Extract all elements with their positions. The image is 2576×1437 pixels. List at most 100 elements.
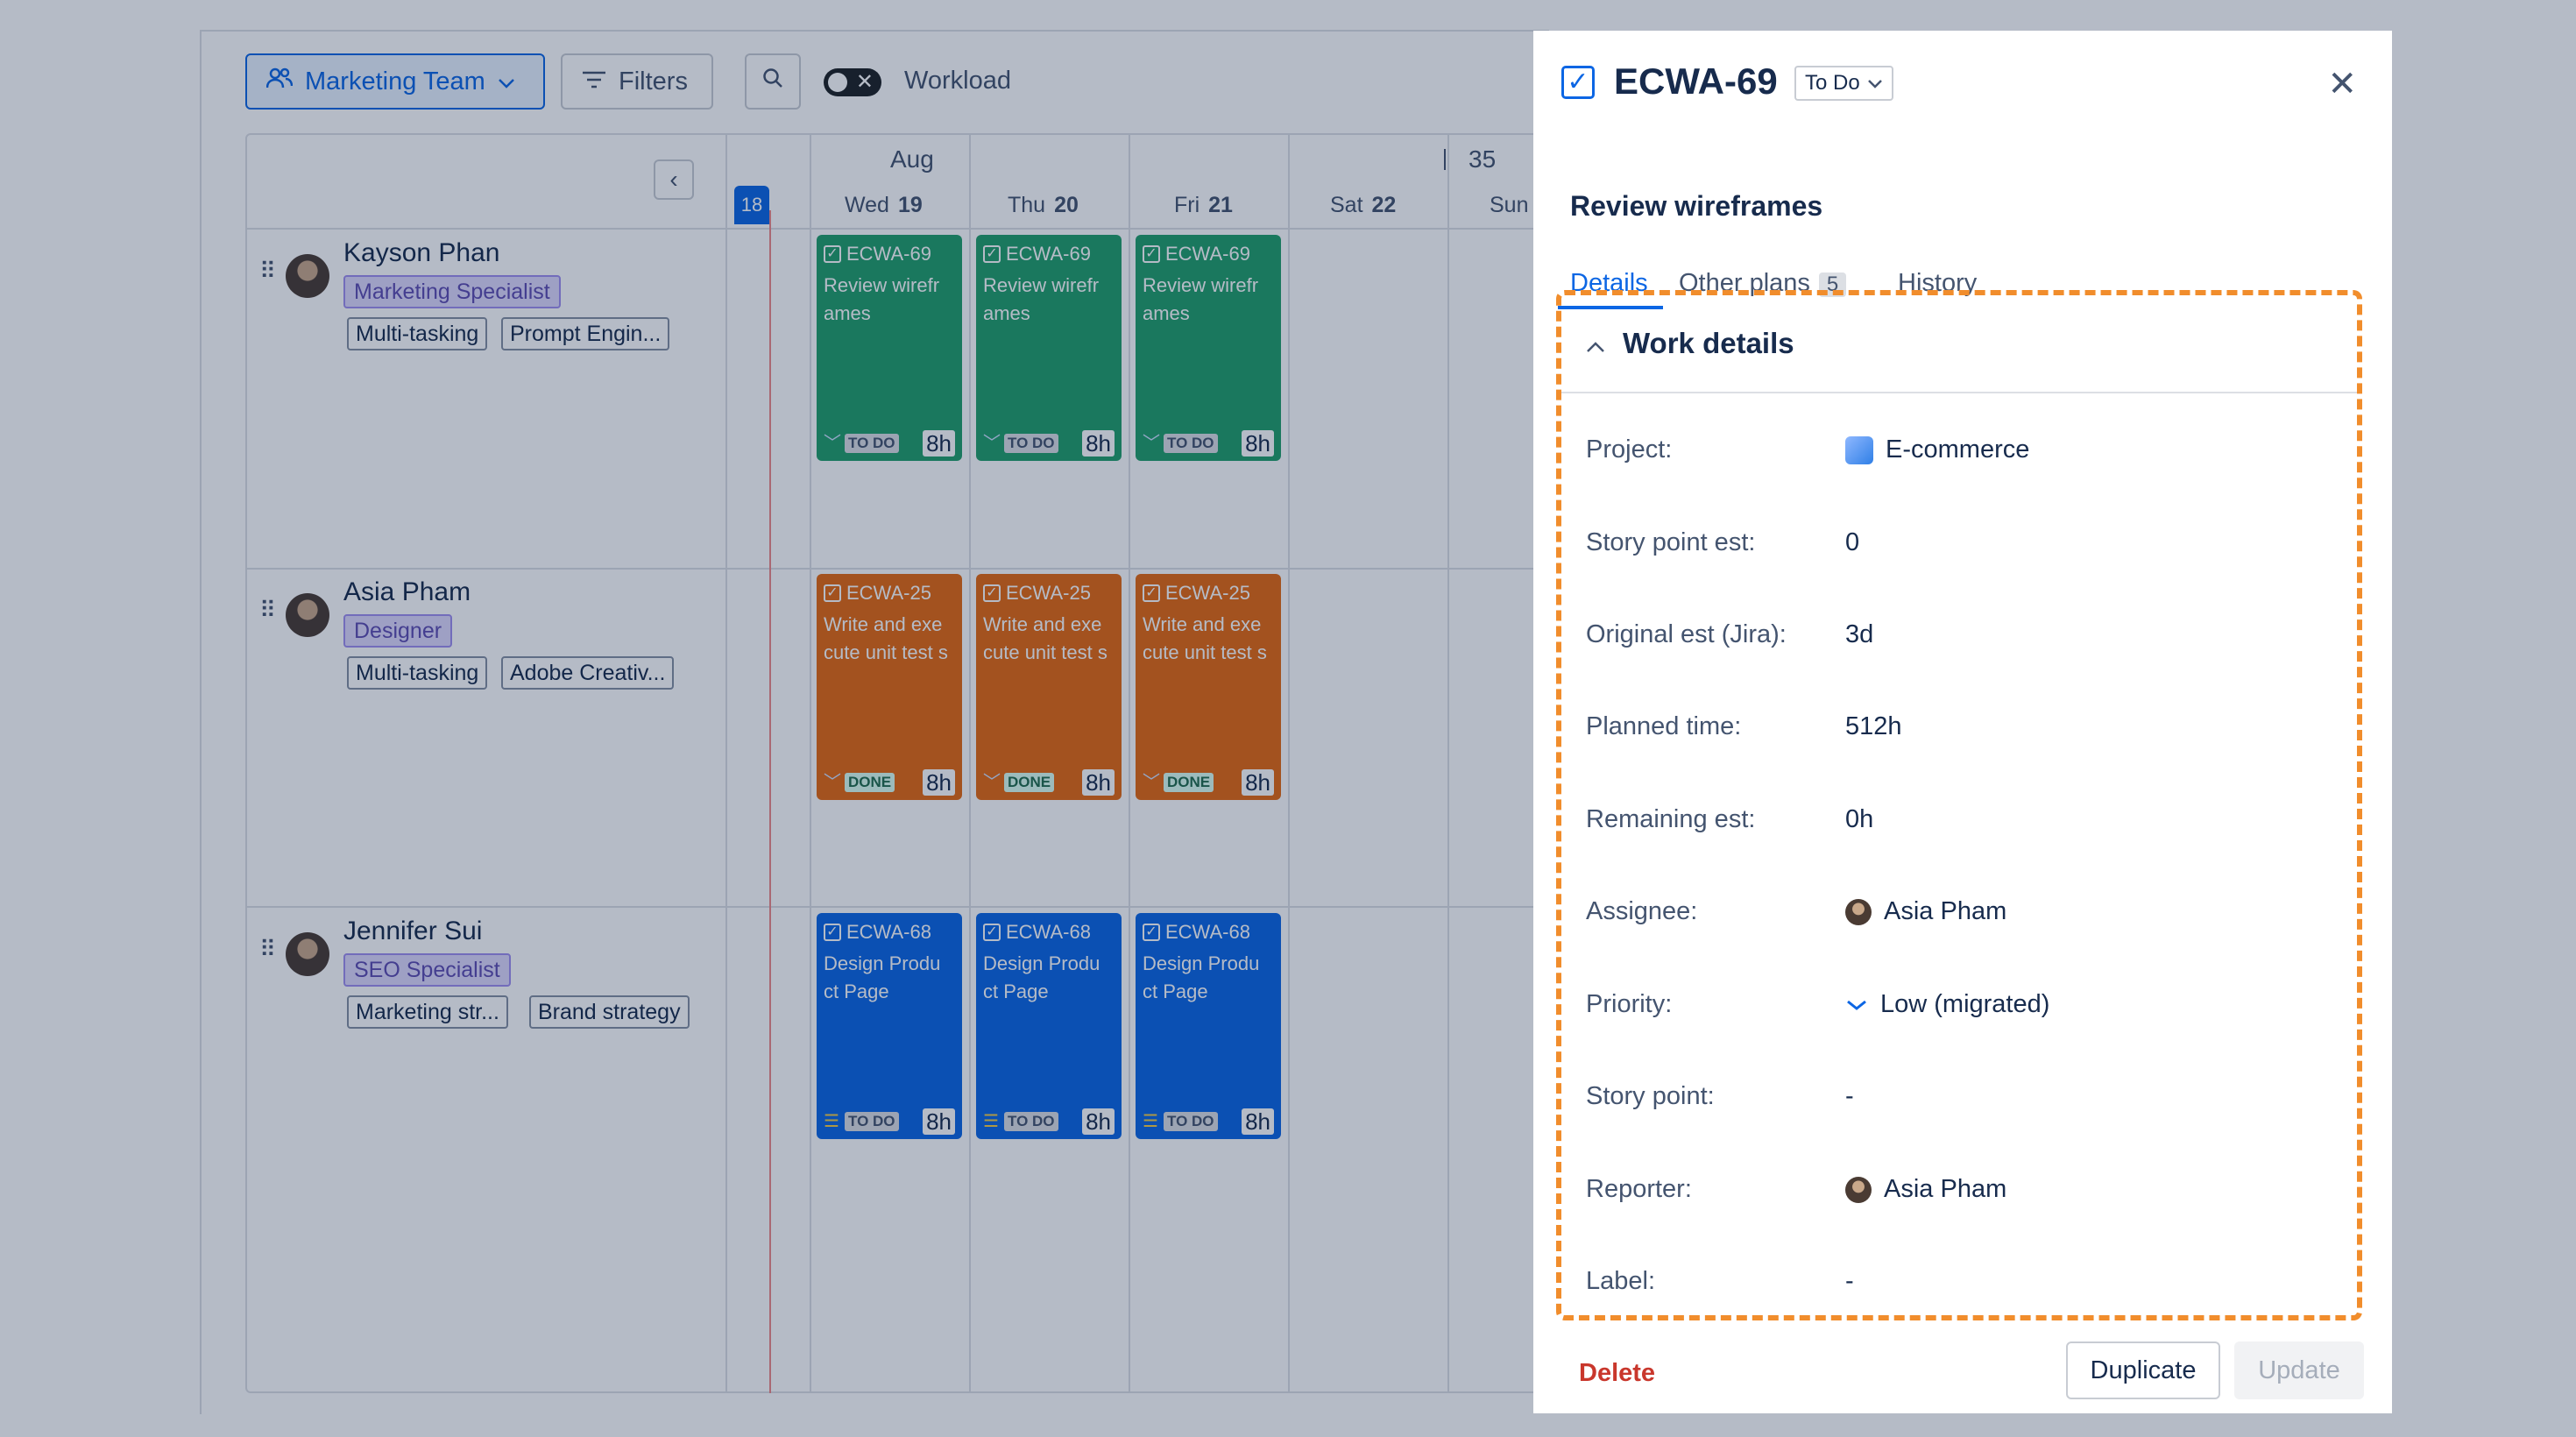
- status-badge: DONE: [1164, 773, 1214, 792]
- priority-medium-icon: ☰: [1143, 1112, 1158, 1131]
- role-tag: Designer: [343, 614, 453, 648]
- skill-tag: Adobe Creativ...: [501, 656, 675, 690]
- task-title: Review wirefr ames: [1143, 274, 1259, 324]
- grid-divider: [810, 133, 811, 1393]
- avatar: [286, 254, 329, 298]
- task-card[interactable]: ✓ ECWA-25 Write and exe cute unit test s …: [1136, 574, 1281, 800]
- search-button[interactable]: [745, 53, 801, 110]
- month-label: Aug: [890, 145, 934, 173]
- task-key: ECWA-69: [846, 243, 931, 265]
- task-checkbox-icon: ✓: [1561, 66, 1595, 99]
- workload-toggle[interactable]: ✕: [824, 68, 881, 96]
- team-selector-button[interactable]: Marketing Team: [245, 53, 545, 110]
- status-badge: TO DO: [1164, 1112, 1218, 1131]
- task-key: ECWA-25: [1006, 582, 1091, 604]
- hours-badge: 8h: [1082, 769, 1115, 796]
- grid-divider: [1288, 133, 1290, 1393]
- field-value-text: Asia Pham: [1884, 1175, 2007, 1203]
- today-badge: 18: [734, 186, 769, 224]
- delete-button[interactable]: Delete: [1579, 1359, 1655, 1388]
- day-header: Thu 20: [1008, 193, 1079, 217]
- field-label: Remaining est:: [1586, 805, 1756, 833]
- update-button[interactable]: Update: [2234, 1341, 2364, 1399]
- field-label: Planned time:: [1586, 712, 1742, 740]
- task-card[interactable]: ✓ ECWA-68 Design Produ ct Page ☰ TO DO 8h: [817, 913, 962, 1139]
- hours-badge: 8h: [923, 769, 955, 796]
- field-value[interactable]: -: [1845, 1267, 1854, 1296]
- people-icon: [265, 67, 294, 96]
- grid-divider: [1129, 133, 1130, 1393]
- chevron-down-icon: [498, 67, 515, 96]
- grid-divider: [245, 906, 1549, 908]
- skill-tag: Multi-tasking: [347, 656, 488, 690]
- task-card[interactable]: ✓ ECWA-68 Design Produ ct Page ☰ TO DO 8h: [1136, 913, 1281, 1139]
- skill-tag: Multi-tasking: [347, 317, 488, 350]
- filter-icon: [582, 67, 606, 96]
- week-number: 35: [1468, 145, 1497, 173]
- collapse-button[interactable]: ‹: [654, 159, 694, 200]
- field-value[interactable]: Asia Pham: [1845, 897, 2006, 926]
- toggle-knob: [828, 73, 847, 92]
- drag-handle-icon[interactable]: ⠿: [259, 258, 276, 285]
- issue-title: Review wireframes: [1570, 190, 1823, 222]
- workload-label: Workload: [904, 67, 1011, 95]
- issue-detail-panel: ✓ ECWA-69 To Do ✕ Review wireframes Deta…: [1533, 31, 2392, 1413]
- field-value[interactable]: 512h: [1845, 712, 1902, 741]
- field-label: Label:: [1586, 1267, 1656, 1295]
- day-header: Wed 19: [845, 193, 923, 217]
- field-value-text: E-commerce: [1886, 435, 2030, 464]
- role-tag: Marketing Specialist: [343, 275, 561, 308]
- work-details-section: Work details Project: E-commerce Story p…: [1556, 290, 2362, 1320]
- status-dropdown[interactable]: To Do: [1794, 66, 1893, 101]
- field-value[interactable]: 0: [1845, 528, 1859, 557]
- chevron-low-icon: ﹀: [1143, 773, 1160, 792]
- day-header: Fri 21: [1174, 193, 1233, 217]
- drag-handle-icon[interactable]: ⠿: [259, 597, 276, 624]
- role-tag: SEO Specialist: [343, 953, 511, 987]
- task-card[interactable]: ✓ ECWA-25 Write and exe cute unit test s …: [817, 574, 962, 800]
- field-label: Story point est:: [1586, 528, 1756, 556]
- field-value[interactable]: 3d: [1845, 620, 1873, 649]
- field-value[interactable]: Low (migrated): [1845, 990, 2049, 1019]
- checkbox-icon: ✓: [1143, 245, 1160, 263]
- week-marker: [1444, 149, 1446, 170]
- task-card[interactable]: ✓ ECWA-69 Review wirefr ames ﹀ TO DO 8h: [1136, 235, 1281, 461]
- drag-handle-icon[interactable]: ⠿: [259, 936, 276, 963]
- field-value[interactable]: 0h: [1845, 805, 1873, 834]
- hours-badge: 8h: [1082, 430, 1115, 457]
- task-card[interactable]: ✓ ECWA-68 Design Produ ct Page ☰ TO DO 8h: [976, 913, 1122, 1139]
- task-card[interactable]: ✓ ECWA-69 Review wirefr ames ﹀ TO DO 8h: [976, 235, 1122, 461]
- status-badge: TO DO: [1004, 434, 1058, 453]
- panel-footer: Delete Duplicate Update: [1533, 1327, 2392, 1413]
- status-badge: TO DO: [1164, 434, 1218, 453]
- issue-key: ECWA-69: [1614, 60, 1778, 102]
- skill-tag: Prompt Engin...: [501, 317, 670, 350]
- task-title: Design Produ ct Page: [1143, 952, 1260, 1002]
- checkbox-icon: ✓: [983, 245, 1001, 263]
- field-value[interactable]: Asia Pham: [1845, 1175, 2006, 1204]
- field-value[interactable]: E-commerce: [1845, 435, 2029, 464]
- field-value[interactable]: -: [1845, 1082, 1854, 1111]
- hours-badge: 8h: [1242, 430, 1274, 457]
- task-key: ECWA-69: [1165, 243, 1250, 265]
- task-title: Review wirefr ames: [824, 274, 940, 324]
- checkbox-icon: ✓: [824, 924, 841, 941]
- task-title: Write and exe cute unit test s: [983, 613, 1108, 663]
- filters-button[interactable]: Filters: [561, 53, 713, 110]
- status-label: To Do: [1805, 71, 1860, 95]
- checkbox-icon: ✓: [1143, 584, 1160, 602]
- project-icon: [1845, 435, 1873, 464]
- close-icon[interactable]: ✕: [2327, 64, 2357, 104]
- task-card[interactable]: ✓ ECWA-69 Review wirefr ames ﹀ TO DO 8h: [817, 235, 962, 461]
- section-header[interactable]: Work details: [1561, 295, 2357, 393]
- task-card[interactable]: ✓ ECWA-25 Write and exe cute unit test s …: [976, 574, 1122, 800]
- task-key: ECWA-25: [846, 582, 931, 604]
- status-badge: TO DO: [845, 1112, 899, 1131]
- search-icon: [761, 67, 784, 96]
- chevron-low-icon: ﹀: [1143, 434, 1160, 453]
- field-value-text: Low (migrated): [1880, 990, 2050, 1018]
- priority-medium-icon: ☰: [824, 1112, 839, 1131]
- chevron-low-icon: [1845, 993, 1868, 1017]
- person-name: Kayson Phan: [343, 238, 500, 267]
- duplicate-button[interactable]: Duplicate: [2066, 1341, 2220, 1399]
